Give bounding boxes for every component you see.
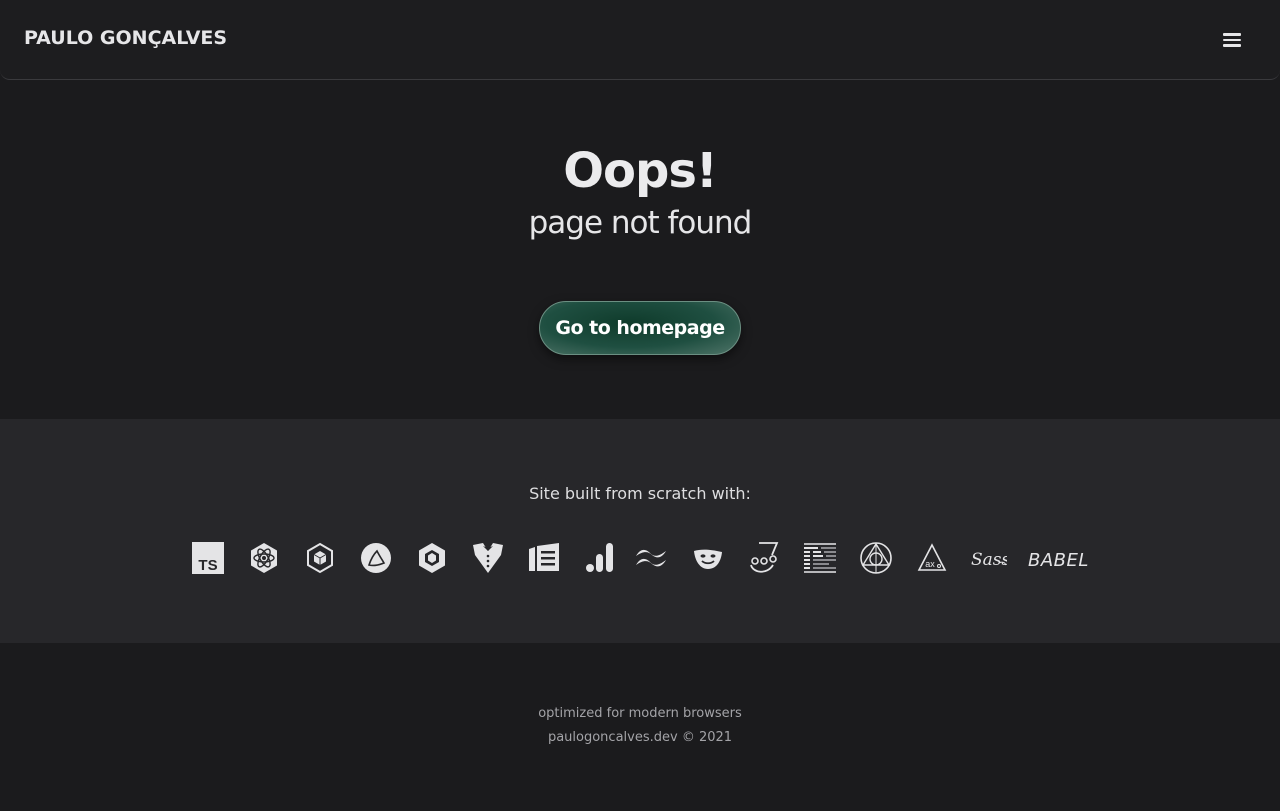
svg-text:TS: TS [198, 557, 217, 574]
built-with-label: Site built from scratch with: [529, 484, 751, 503]
hamburger-menu-icon[interactable] [1218, 26, 1246, 54]
jest-icon[interactable] [747, 541, 781, 575]
built-with-section: Site built from scratch with: TS ax Sass… [0, 419, 1280, 643]
photon-icon[interactable] [859, 541, 893, 575]
storybook-icon[interactable] [527, 541, 561, 575]
axe-icon[interactable]: ax [915, 541, 949, 575]
tuxedo-icon[interactable] [471, 541, 505, 575]
svg-text:ax: ax [925, 559, 935, 569]
prettier-icon[interactable] [803, 541, 837, 575]
svg-text:BABEL: BABEL [1028, 550, 1089, 571]
go-to-homepage-button[interactable]: Go to homepage [539, 301, 741, 355]
eslint-icon[interactable] [415, 541, 449, 575]
site-brand[interactable]: PAULO GONÇALVES [24, 27, 227, 49]
gatsby-icon[interactable] [359, 541, 393, 575]
webpack-icon[interactable] [303, 541, 337, 575]
not-found-section: Oops! page not found Go to homepage [0, 81, 1280, 419]
site-footer: optimized for modern browsers paulogonca… [0, 643, 1280, 811]
error-subtitle: page not found [528, 205, 753, 241]
typescript-icon[interactable]: TS [191, 541, 225, 575]
footer-copyright: paulogoncalves.dev © 2021 [547, 730, 733, 745]
footer-browsers-note: optimized for modern browsers [538, 706, 742, 721]
playwright-icon[interactable] [691, 541, 725, 575]
svg-text:Sass: Sass [971, 550, 1007, 570]
analytics-icon[interactable] [583, 541, 617, 575]
site-header: PAULO GONÇALVES [0, 0, 1280, 80]
babel-icon[interactable]: BABEL [1027, 541, 1089, 575]
error-title: Oops! [563, 143, 718, 199]
react-icon[interactable] [247, 541, 281, 575]
sass-icon[interactable]: Sass [969, 541, 1007, 575]
tailwind-icon[interactable] [634, 541, 668, 575]
